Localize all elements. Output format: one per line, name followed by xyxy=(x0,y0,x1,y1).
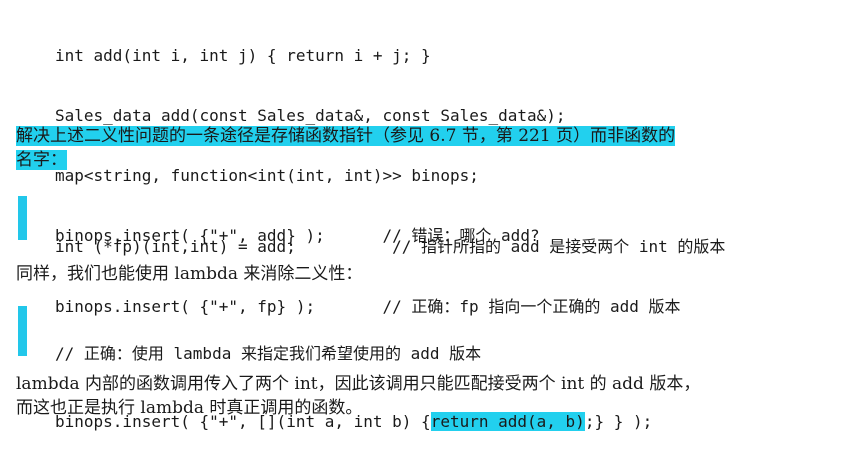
margin-bar xyxy=(18,306,27,356)
paragraph-lambda-intro: 同样，我们也能使用 lambda 来消除二义性： xyxy=(16,264,363,284)
code-line: Sales_data add(const Sales_data&, const … xyxy=(55,106,566,125)
margin-bar xyxy=(18,196,27,240)
text-line: 而这也正是执行 lambda 时真正调用的函数。 xyxy=(16,398,363,418)
paragraph-lambda-explanation: lambda 内部的函数调用传入了两个 int，因此该调用只能匹配接受两个 in… xyxy=(16,372,700,420)
code-comment: // 正确：使用 lambda 来指定我们希望使用的 add 版本 xyxy=(55,344,482,363)
highlighted-text: 名字： xyxy=(16,150,67,170)
text-line: lambda 内部的函数调用传入了两个 int，因此该调用只能匹配接受两个 in… xyxy=(16,374,701,394)
code-line: int add(int i, int j) { return i + j; } xyxy=(55,46,431,65)
highlighted-text: 解决上述二义性问题的一条途径是存储函数指针（参见 6.7 节，第 221 页）而… xyxy=(16,126,676,146)
paragraph-function-pointer: 解决上述二义性问题的一条途径是存储函数指针（参见 6.7 节，第 221 页）而… xyxy=(16,124,676,172)
code-line: int (*fp)(int,int) = add; // 指针所指的 add 是… xyxy=(55,237,726,256)
